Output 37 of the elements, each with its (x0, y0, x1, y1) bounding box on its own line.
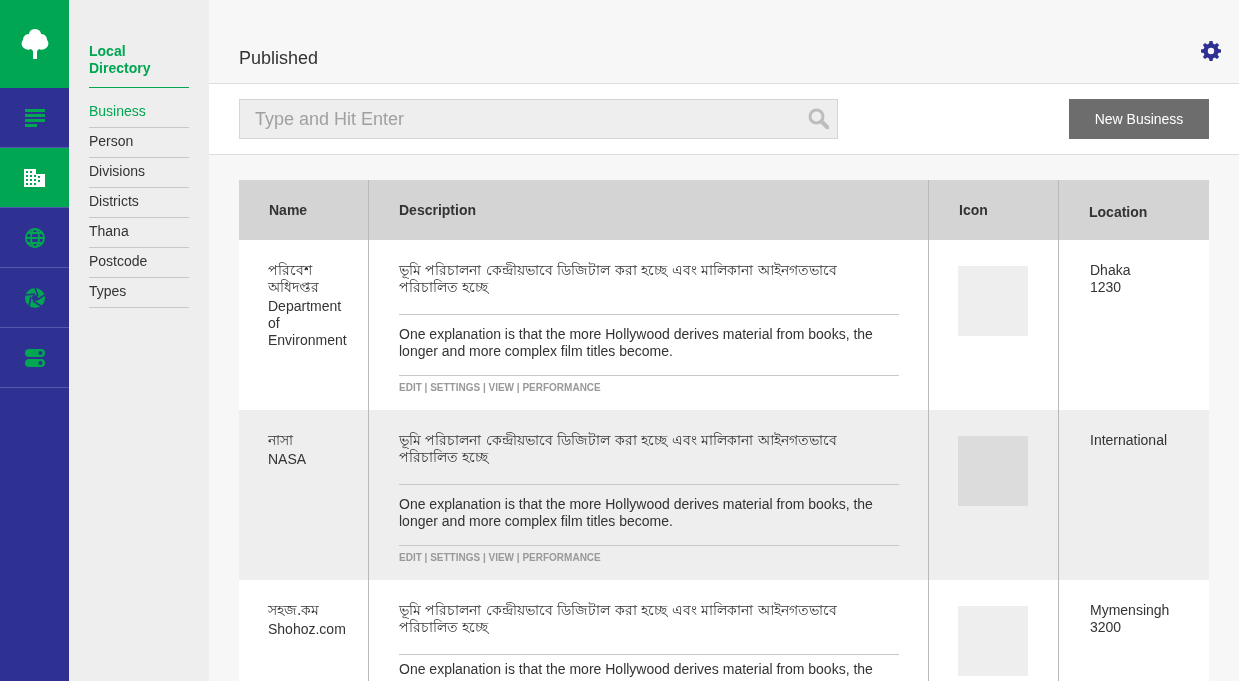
search-field[interactable]: Type and Hit Enter (239, 99, 838, 139)
sidebar-item[interactable]: Thana (89, 218, 189, 248)
sidebar-item[interactable]: Types (89, 278, 189, 308)
location-text: 1230 (1090, 279, 1123, 296)
new-business-button[interactable]: New Business (1069, 99, 1209, 139)
column-header: Location (1088, 203, 1149, 222)
aperture-icon (24, 287, 45, 308)
name-english: Department of Environment (268, 298, 348, 349)
description-english: One explanation is that the more Hollywood derives material from books, the longer and more complex film titles become. (399, 485, 899, 546)
nav-item[interactable] (0, 148, 69, 208)
location-text: 3200 (1090, 619, 1123, 636)
description-english: One explanation is that the more Hollywood derives material from books, the longer and more complex film titles become. (399, 315, 899, 376)
tree-icon (20, 29, 49, 59)
name-english: NASA (268, 451, 308, 468)
sidebar-item[interactable]: Districts (89, 188, 189, 218)
logo-tile[interactable] (0, 0, 69, 88)
name-bengali: নাসা (268, 432, 295, 449)
toggle-icon (24, 348, 45, 367)
sidebar-item[interactable]: Postcode (89, 248, 189, 278)
description-bengali: ভূমি পরিচালনা কেন্দ্রীয়ভাবে ডিজিটাল করা হচ্ছে এবং মালিকানা আইনগতভাবে পরিচালিত হচ্ছে (399, 602, 899, 655)
globe-icon (24, 227, 45, 248)
name-bengali: সহজ.কম (268, 602, 321, 619)
sidebar-title: Local Directory (89, 43, 189, 88)
description-bengali: ভূমি পরিচালনা কেন্দ্রীয়ভাবে ডিজিটাল করা হচ্ছে এবং মালিকানা আইনগতভাবে পরিচালিত হচ্ছে (399, 432, 899, 485)
page-title: Published (239, 48, 319, 69)
sidebar-item[interactable]: Person (89, 128, 189, 158)
location-text: Dhaka (1090, 262, 1132, 279)
description-bengali: ভূমি পরিচালনা কেন্দ্রীয়ভাবে ডিজিটাল করা হচ্ছে এবং মালিকানা আইনগতভাবে পরিচালিত হচ্ছে (399, 262, 899, 315)
location-text: Mymensingh (1090, 602, 1171, 619)
building-icon (24, 168, 45, 187)
name-english: Shohoz.com (268, 621, 347, 638)
location-text: International (1090, 432, 1169, 449)
sidebar-item[interactable]: Divisions (89, 158, 189, 188)
name-bengali: পরিবেশ অধিদপ্তর (268, 262, 320, 296)
list-icon (24, 108, 45, 127)
settings-icon[interactable] (1201, 41, 1221, 61)
description-english: One explanation is that the more Hollywood derives material from books, the (399, 660, 874, 679)
